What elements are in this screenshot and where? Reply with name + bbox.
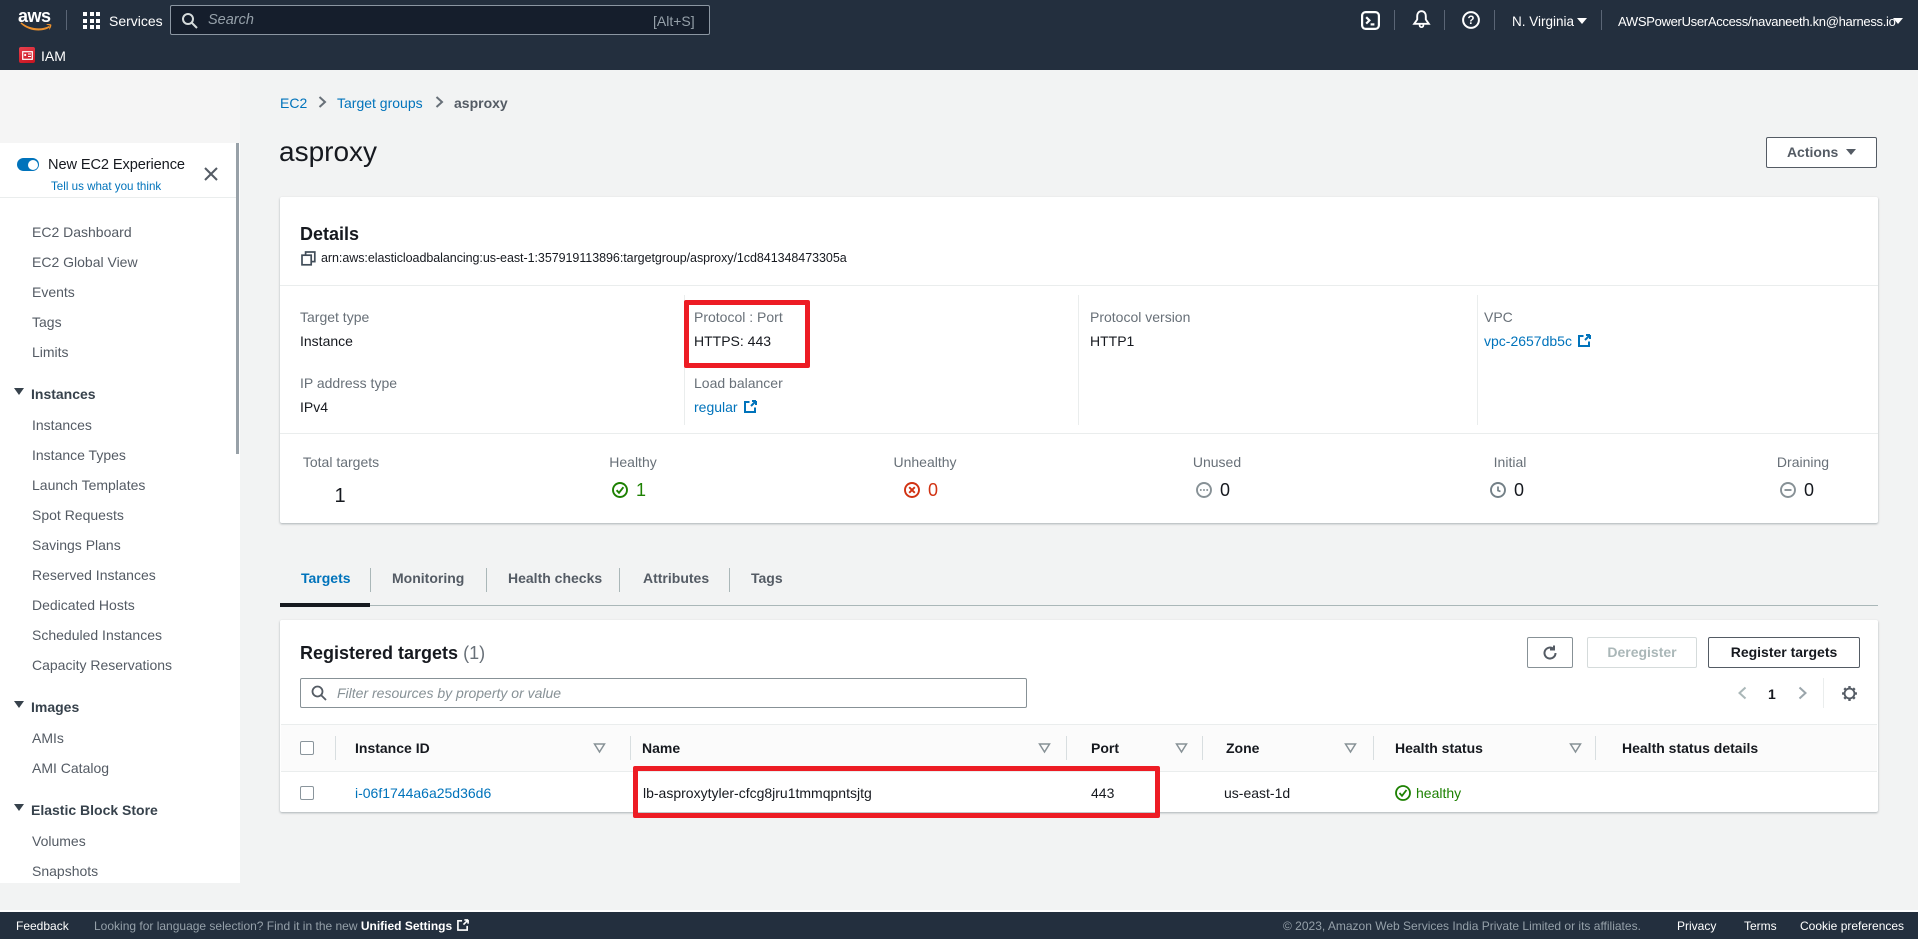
svg-text:?: ? <box>1467 15 1474 27</box>
svg-text:aws: aws <box>18 7 51 26</box>
